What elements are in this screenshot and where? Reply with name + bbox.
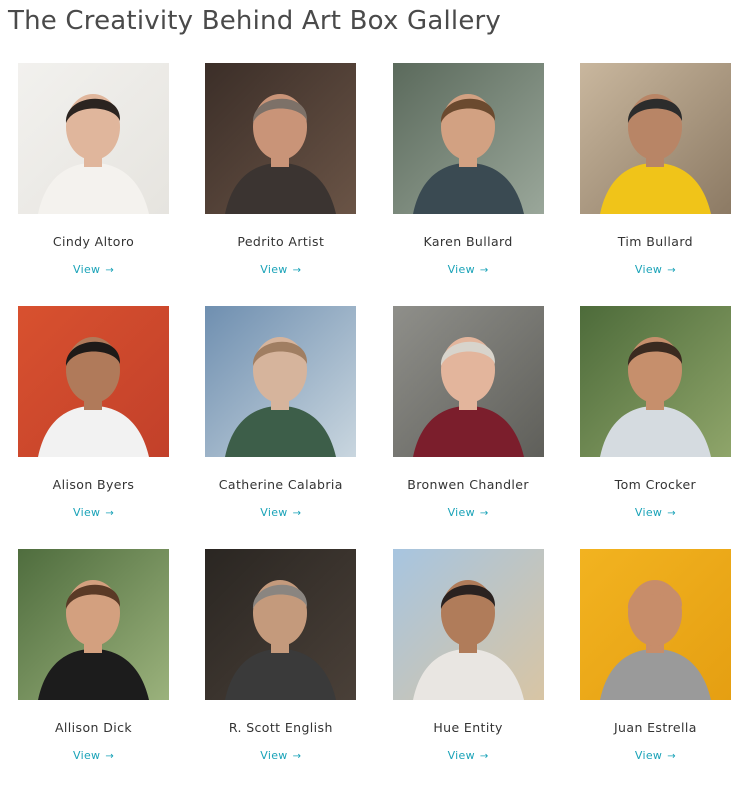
view-artist-link[interactable]: View → — [73, 749, 114, 762]
view-artist-link[interactable]: View → — [73, 506, 114, 519]
view-link-label: View — [634, 263, 663, 276]
artist-name: Catherine Calabria — [218, 477, 343, 492]
artist-portrait-image — [392, 549, 544, 700]
artist-photo[interactable] — [18, 549, 169, 700]
artist-photo[interactable] — [392, 306, 544, 457]
artist-name: Cindy Altoro — [52, 234, 135, 249]
view-link-label: View — [447, 506, 475, 519]
artist-card: Allison Dick View → — [18, 549, 169, 792]
arrow-right-icon: → — [292, 508, 302, 519]
artist-portrait-image — [392, 306, 544, 457]
view-link-label: View — [260, 749, 288, 762]
view-link-label: View — [73, 749, 101, 762]
view-artist-link[interactable]: View → — [260, 749, 301, 762]
artist-card: Karen Bullard View → — [392, 63, 544, 306]
view-link-label: View — [260, 263, 288, 276]
artist-card: Alison Byers View → — [18, 306, 169, 549]
artist-card: Hue Entity View → — [392, 549, 544, 792]
view-link-label: View — [634, 506, 663, 519]
artist-photo[interactable] — [205, 306, 357, 457]
artist-card: Tim Bullard View → — [579, 63, 731, 306]
artist-card: Cindy Altoro View → — [18, 63, 169, 306]
artist-name: Juan Estrella — [613, 720, 697, 735]
artist-photo[interactable] — [18, 306, 169, 457]
artist-name: Hue Entity — [433, 720, 503, 735]
arrow-right-icon: → — [105, 508, 114, 519]
artist-photo[interactable] — [392, 549, 544, 700]
artist-card: Pedrito Artist View → — [205, 63, 357, 306]
artist-photo[interactable] — [579, 549, 731, 700]
view-link-label: View — [73, 506, 101, 519]
arrow-right-icon: → — [479, 265, 489, 276]
artist-portrait-image — [18, 63, 169, 214]
view-artist-link[interactable]: View → — [448, 263, 489, 276]
artist-card: Tom Crocker View → — [579, 306, 731, 549]
view-artist-link[interactable]: View → — [635, 263, 676, 276]
artist-portrait-image — [579, 549, 731, 700]
artist-photo[interactable] — [205, 63, 357, 214]
artist-photo[interactable] — [579, 306, 731, 457]
artist-name: Tim Bullard — [617, 234, 693, 249]
artist-portrait-image — [205, 63, 357, 214]
artist-card: Bronwen Chandler View → — [392, 306, 544, 549]
artist-card: R. Scott English View → — [205, 549, 357, 792]
artist-name: R. Scott English — [228, 720, 333, 735]
view-artist-link[interactable]: View → — [260, 506, 301, 519]
artist-photo[interactable] — [392, 63, 544, 214]
view-artist-link[interactable]: View → — [635, 506, 676, 519]
arrow-right-icon: → — [292, 751, 302, 762]
artist-grid: Cindy Altoro View → Pedrito Artist View → Kare… — [18, 63, 731, 792]
artist-portrait-image — [205, 306, 357, 457]
artist-name: Alison Byers — [52, 477, 135, 492]
artist-card: Juan Estrella View → — [579, 549, 731, 792]
arrow-right-icon: → — [105, 265, 114, 276]
artist-portrait-image — [579, 306, 731, 457]
view-link-label: View — [447, 749, 475, 762]
arrow-right-icon: → — [479, 751, 489, 762]
arrow-right-icon: → — [667, 265, 676, 276]
artist-name: Pedrito Artist — [237, 234, 325, 249]
artist-portrait-image — [205, 549, 357, 700]
artist-portrait-image — [579, 63, 731, 214]
artist-name: Allison Dick — [54, 720, 133, 735]
view-link-label: View — [634, 749, 663, 762]
arrow-right-icon: → — [292, 265, 302, 276]
artist-portrait-image — [392, 63, 544, 214]
view-artist-link[interactable]: View → — [635, 749, 676, 762]
view-link-label: View — [73, 263, 101, 276]
view-artist-link[interactable]: View → — [448, 506, 489, 519]
arrow-right-icon: → — [667, 751, 676, 762]
artist-name: Karen Bullard — [423, 234, 513, 249]
arrow-right-icon: → — [105, 751, 114, 762]
arrow-right-icon: → — [479, 508, 489, 519]
view-link-label: View — [447, 263, 475, 276]
view-artist-link[interactable]: View → — [260, 263, 301, 276]
artist-portrait-image — [18, 549, 169, 700]
view-artist-link[interactable]: View → — [73, 263, 114, 276]
artist-photo[interactable] — [205, 549, 357, 700]
artist-name: Bronwen Chandler — [407, 477, 529, 492]
artist-card: Catherine Calabria View → — [205, 306, 357, 549]
view-artist-link[interactable]: View → — [448, 749, 489, 762]
arrow-right-icon: → — [667, 508, 676, 519]
view-link-label: View — [260, 506, 288, 519]
artist-name: Tom Crocker — [614, 477, 697, 492]
artist-photo[interactable] — [18, 63, 169, 214]
artist-portrait-image — [18, 306, 169, 457]
page-title: The Creativity Behind Art Box Gallery — [8, 6, 502, 36]
artist-photo[interactable] — [579, 63, 731, 214]
